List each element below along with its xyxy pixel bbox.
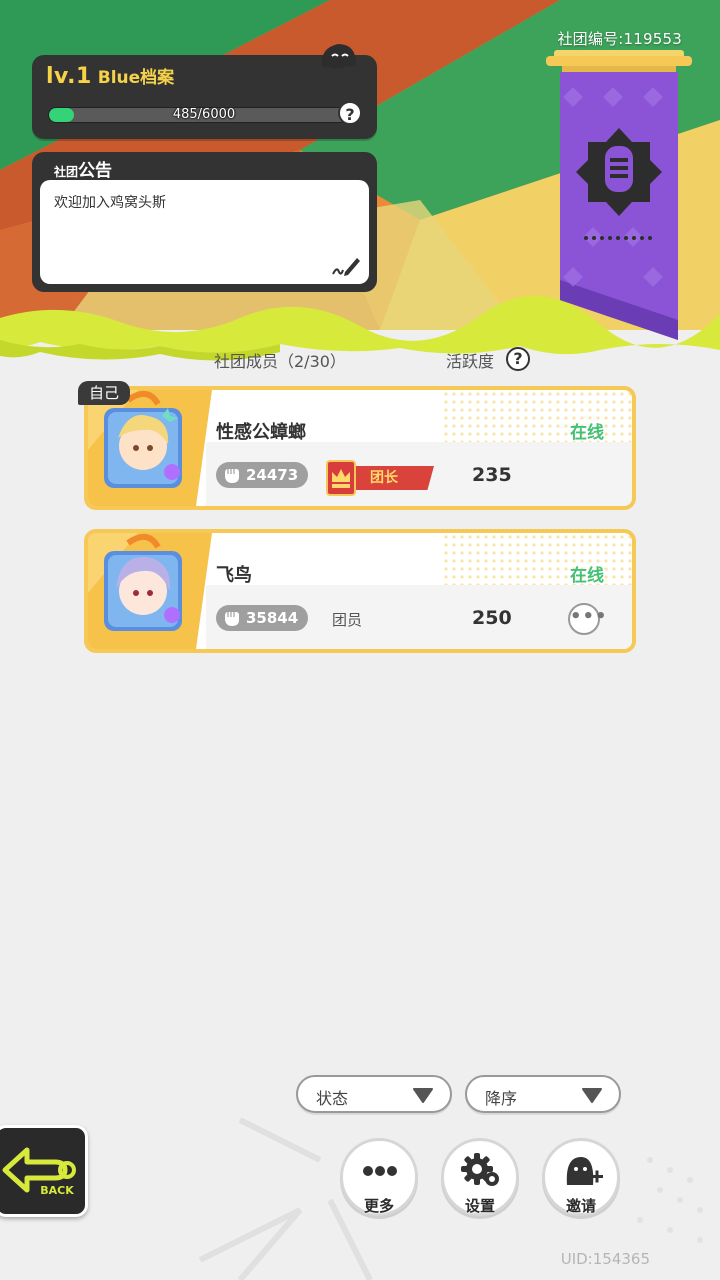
self-tag: 自己 [78,381,130,405]
settings-button[interactable]: 设置 [441,1138,519,1216]
xp-text: 485/6000 [172,107,236,122]
settings-button-label: 设置 [464,1197,495,1215]
member-status: 在线 [570,566,604,586]
member-name: 飞鸟 [216,565,252,586]
chevron-down-icon [582,1088,602,1103]
member-card[interactable]: 性感公蟑螂 在线 24473 团长 235 [84,386,636,510]
back-button[interactable]: BACK [0,1125,88,1217]
fist-icon [225,612,239,626]
more-button-label: 更多 [363,1197,394,1215]
notice-header-small: 社团 [54,165,79,179]
invite-button[interactable]: 邀请 [542,1138,620,1216]
status-filter-label: 状态 [316,1089,349,1108]
member-power: 35844 [246,609,299,627]
member-avatar[interactable] [88,390,212,506]
order-filter-label: 降序 [485,1089,518,1108]
member-power-badge: 24473 [216,462,308,488]
level-title: lv.1 Blue档案 [46,63,174,89]
edit-icon[interactable] [331,254,361,278]
back-label: BACK [40,1184,74,1197]
member-power: 24473 [246,466,299,484]
notice-box: 欢迎加入鸡窝头斯 [40,180,369,284]
level-help-icon[interactable]: ? [338,101,362,125]
gear-icon [461,1153,499,1186]
invite-button-label: 邀请 [565,1197,596,1215]
blob-icon [321,44,356,69]
club-name: Blue档案 [97,68,175,88]
chevron-down-icon [413,1088,433,1103]
user-id: UID:154365 [560,1250,650,1268]
order-filter-dropdown[interactable]: 降序 [465,1075,621,1113]
club-banner [546,50,692,340]
invite-user-icon [566,1157,603,1185]
club-id: 社团编号:119553 [557,30,682,48]
member-name: 性感公蟑螂 [216,422,306,443]
member-card[interactable]: 飞鸟 在线 35844 团员 250 ••• [84,529,636,653]
member-more-button[interactable]: ••• [568,603,607,635]
fist-icon [225,469,239,483]
member-avatar[interactable] [88,533,212,649]
notice-header-big: 公告 [78,161,113,181]
member-role: 团员 [332,611,363,629]
member-power-badge: 35844 [216,605,308,631]
activity-help-icon[interactable]: ? [506,347,530,371]
back-arrow-icon: BACK [2,1147,76,1197]
activity-sort-label[interactable]: 活跃度 [446,348,494,372]
level-number: lv.1 [46,64,92,89]
notice-content: 欢迎加入鸡窝头斯 [54,195,166,211]
xp-progress-bar: 485/6000 [48,107,360,123]
leader-badge: 团长 [326,460,436,496]
notice-panel: 社团公告 欢迎加入鸡窝头斯 [32,152,377,292]
crown-icon [326,460,356,496]
members-count-label: 社团成员（2/30） [214,352,346,371]
more-button[interactable]: 更多 [340,1138,418,1216]
notice-header: 社团公告 [54,156,112,181]
member-role: 团长 [352,466,434,490]
more-icon [363,1166,397,1176]
status-filter-dropdown[interactable]: 状态 [296,1075,452,1113]
member-activity: 250 [472,607,512,629]
member-status: 在线 [570,423,604,443]
member-activity: 235 [472,464,512,486]
